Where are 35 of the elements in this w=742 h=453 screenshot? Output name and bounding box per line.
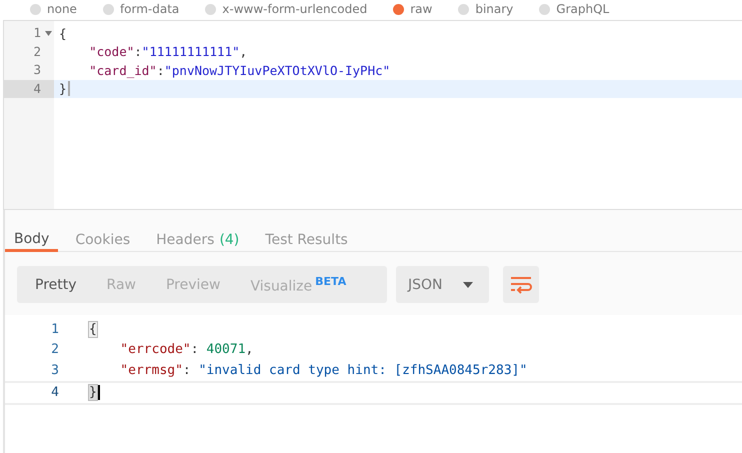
body-type-radio[interactable]: none (30, 2, 77, 16)
response-tab[interactable]: Cookies (66, 228, 140, 252)
line-number: 3 (33, 64, 41, 76)
code-text: "errmsg": "invalid card type hint: [zfhSAA0845r283]" (119, 362, 528, 378)
caret-icon (462, 282, 473, 288)
body-type-radio[interactable]: binary (458, 2, 514, 16)
body-type-radio[interactable]: x-www-form-urlencoded (205, 2, 368, 16)
line-number: 2 (33, 46, 41, 58)
body-type-radio[interactable]: raw (393, 2, 432, 16)
format-dropdown[interactable]: JSON (396, 266, 489, 303)
view-mode-tab[interactable]: Pretty (17, 266, 89, 303)
code-text: } (89, 385, 97, 400)
code-text: { (89, 322, 97, 337)
code-text: "card_id":"pnvNowJTYIuvPeXTOtXVlO-IyPHc" (88, 62, 390, 78)
response-tab[interactable]: Test Results (256, 228, 357, 252)
text-cursor (68, 81, 70, 96)
line-number: 1 (51, 322, 59, 337)
code-text: "code":"11111111111", (88, 44, 248, 60)
text-cursor (98, 385, 100, 400)
code-text: "errcode": 40071, (119, 342, 254, 358)
body-type-radio[interactable]: GraphQL (539, 2, 610, 16)
view-mode-tab[interactable]: Visualize $^{BETA}$ (238, 266, 358, 303)
code-text: { (59, 26, 67, 41)
wrap-lines-icon (510, 276, 532, 294)
fold-icon[interactable] (45, 30, 52, 36)
line-number: 3 (51, 362, 59, 378)
line-number: 4 (33, 82, 41, 95)
wrap-lines-button[interactable] (503, 266, 539, 303)
response-tab[interactable]: Headers (4) (147, 228, 248, 252)
request-editor[interactable]: 1 { 2 "code":"11111111111", 3 "card_id":"pnvNowJTYIuvPeXTOtXVlO-IyPHc" 4 } (3, 20, 742, 210)
line-number: 4 (51, 385, 59, 400)
body-type-radio[interactable]: form-data (102, 2, 180, 16)
code-text: } (59, 81, 67, 96)
line-number: 2 (51, 342, 59, 358)
line-number: 1 (33, 27, 41, 40)
